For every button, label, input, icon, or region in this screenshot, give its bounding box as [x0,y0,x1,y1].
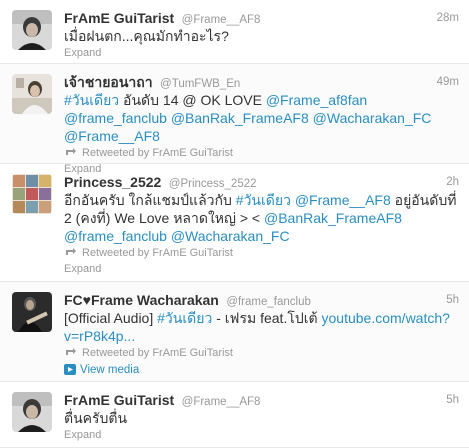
mention-link[interactable]: @BanRak_FrameAF8 [264,210,402,226]
tweet-timestamp[interactable]: 28m [437,10,459,26]
tweet-timestamp[interactable]: 5h [446,292,459,308]
tweet-fullname[interactable]: เจ้าชายอนาถา [64,74,153,90]
mention-link[interactable]: @Frame__AF8 [64,128,160,144]
guitarist-avatar-icon [12,10,52,50]
tweet-item[interactable]: เจ้าชายอนาถา @TumFWB_En 49m #วันเดียว อั… [0,64,469,175]
hashtag-link[interactable]: #วันเดียว [157,310,212,326]
tweet-text: #วันเดียว อันดับ 14 @ OK LOVE @Frame_af8… [64,91,459,145]
fan-avatar-icon [12,74,52,114]
mention-link[interactable]: @Frame__AF8 [295,192,391,208]
mention-link[interactable]: @Wacharakan_FC [313,110,432,126]
tweet-timestamp[interactable]: 2h [446,174,459,190]
guitarist-avatar-icon [12,392,52,432]
tweet-text: ตื่นครับตื่น [64,410,128,426]
tweet-text-segment: อีกอันครับ ใกล้แชมป์แล้วกับ [64,192,236,208]
mention-link[interactable]: @frame_fanclub [64,110,167,126]
tweet-item[interactable]: FrAmE GuiTarist @Frame__AF8 28m เมื่อฝนต… [0,0,469,64]
tweet-fullname[interactable]: Princess_2522 [64,174,161,190]
tweet-item[interactable]: FC♥Frame Wacharakan @frame_fanclub 5h [O… [0,282,469,382]
view-media-link[interactable]: View media [64,363,459,378]
tweet-text: [Official Audio] #วันเดียว - เฟรม feat.โ… [64,309,459,345]
retweeted-by: Retweeted by FrAmE GuiTarist [64,346,459,361]
expand-link[interactable]: Expand [64,428,459,443]
avatar[interactable] [12,10,52,50]
retweeted-by-link[interactable]: Retweeted by FrAmE GuiTarist [82,347,233,359]
tweet-fullname[interactable]: FrAmE GuiTarist [64,392,174,408]
tweet-username[interactable]: @Frame__AF8 [182,396,261,408]
mention-link[interactable]: @Wacharakan_FC [171,228,290,244]
retweet-icon [66,348,76,355]
view-media-label[interactable]: View media [80,364,139,376]
retweet-icon [66,248,76,255]
mention-link[interactable]: @Frame_af8fan [266,92,367,108]
tweet-timestamp[interactable]: 5h [446,392,459,408]
tweet-item[interactable]: FrAmE GuiTarist @Frame__AF8 5h ตื่นครับต… [0,382,469,448]
tweet-fullname[interactable]: FC♥Frame Wacharakan [64,292,219,308]
retweet-icon [66,148,76,155]
tweet-username[interactable]: @Frame__AF8 [182,14,261,26]
tweet-username[interactable]: @Princess_2522 [169,178,257,190]
collage-avatar-icon [12,174,52,214]
video-play-icon [64,364,76,375]
tweet-text: เมื่อฝนตก...คุณมักทำอะไร? [64,28,229,44]
mention-link[interactable]: @frame_fanclub [64,228,167,244]
guitar-player-avatar-icon [12,292,52,332]
retweeted-by-link[interactable]: Retweeted by FrAmE GuiTarist [82,147,233,159]
tweet-timeline: FrAmE GuiTarist @Frame__AF8 28m เมื่อฝนต… [0,0,469,448]
avatar[interactable] [12,392,52,432]
tweet-text: อีกอันครับ ใกล้แชมป์แล้วกับ #วันเดียว @F… [64,191,459,245]
hashtag-link[interactable]: #วันเดียว [64,92,119,108]
expand-link[interactable]: Expand [64,46,459,61]
retweeted-by: Retweeted by FrAmE GuiTarist [64,246,459,261]
tweet-username[interactable]: @frame_fanclub [226,296,311,308]
expand-link[interactable]: Expand [64,262,459,277]
tweet-text-segment: - เฟรม feat.โปเต้ [212,310,322,326]
tweet-text-segment: อันดับ 14 @ OK LOVE [119,92,266,108]
retweeted-by: Retweeted by FrAmE GuiTarist [64,146,459,161]
avatar[interactable] [12,174,52,214]
avatar[interactable] [12,292,52,332]
tweet-timestamp[interactable]: 49m [437,74,459,90]
tweet-item[interactable]: Princess_2522 @Princess_2522 2h อีกอันคร… [0,164,469,282]
avatar[interactable] [12,74,52,114]
tweet-username[interactable]: @TumFWB_En [160,78,240,90]
tweet-text-segment: [Official Audio] [64,310,158,326]
retweeted-by-link[interactable]: Retweeted by FrAmE GuiTarist [82,247,233,259]
tweet-fullname[interactable]: FrAmE GuiTarist [64,10,174,26]
mention-link[interactable]: @BanRak_FrameAF8 [171,110,309,126]
hashtag-link[interactable]: #วันเดียว [236,192,291,208]
